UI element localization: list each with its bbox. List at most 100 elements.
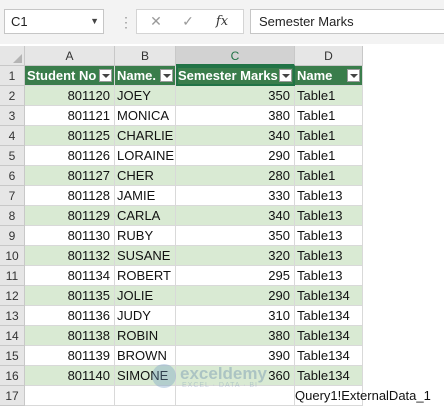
semester-marks-cell[interactable]: 330	[176, 186, 295, 206]
name-cell[interactable]: CARLA	[115, 206, 176, 226]
student-no-cell[interactable]: 801140	[25, 366, 115, 386]
table-name-cell[interactable]: Table13	[295, 226, 363, 246]
table-name-cell[interactable]: Table13	[295, 246, 363, 266]
semester-marks-cell[interactable]: 340	[176, 206, 295, 226]
table-header-cell[interactable]: Name	[295, 66, 363, 86]
student-no-cell[interactable]: 801128	[25, 186, 115, 206]
filter-dropdown-icon[interactable]	[99, 69, 112, 82]
student-no-cell[interactable]: 801125	[25, 126, 115, 146]
name-cell[interactable]: SUSANE	[115, 246, 176, 266]
table-name-cell[interactable]: Table134	[295, 326, 363, 346]
table-name-cell[interactable]: Table134	[295, 306, 363, 326]
table-name-cell[interactable]: Table13	[295, 266, 363, 286]
student-no-cell[interactable]: 801134	[25, 266, 115, 286]
insert-function-icon[interactable]: fx	[209, 10, 235, 33]
student-no-cell[interactable]: 801138	[25, 326, 115, 346]
row-header[interactable]: 9	[0, 226, 25, 246]
name-cell[interactable]: CHARLIE	[115, 126, 176, 146]
table-name-cell[interactable]: Table134	[295, 366, 363, 386]
student-no-cell[interactable]: 801136	[25, 306, 115, 326]
filter-dropdown-icon[interactable]	[160, 69, 173, 82]
column-header-b[interactable]: B	[115, 46, 176, 66]
chevron-down-icon[interactable]: ▼	[90, 10, 99, 33]
semester-marks-cell[interactable]: 390	[176, 346, 295, 366]
student-no-cell[interactable]: 801121	[25, 106, 115, 126]
empty-cell[interactable]	[115, 386, 176, 406]
row-header[interactable]: 11	[0, 266, 25, 286]
table-name-cell[interactable]: Table1	[295, 166, 363, 186]
name-cell[interactable]: LORAINE	[115, 146, 176, 166]
student-no-cell[interactable]: 801129	[25, 206, 115, 226]
table-name-cell[interactable]: Table1	[295, 86, 363, 106]
table-name-cell[interactable]: Table1	[295, 146, 363, 166]
name-cell[interactable]: JOEY	[115, 86, 176, 106]
table-header-cell[interactable]: Semester Marks	[176, 66, 295, 86]
name-cell[interactable]: MONICA	[115, 106, 176, 126]
name-cell[interactable]: JUDY	[115, 306, 176, 326]
table-name-cell[interactable]: Table1	[295, 126, 363, 146]
row-header[interactable]: 14	[0, 326, 25, 346]
student-no-cell[interactable]: 801132	[25, 246, 115, 266]
name-cell[interactable]: BROWN	[115, 346, 176, 366]
semester-marks-cell[interactable]: 280	[176, 166, 295, 186]
table-name-cell[interactable]: Table13	[295, 206, 363, 226]
row-header[interactable]: 17	[0, 386, 25, 406]
name-cell[interactable]: JAMIE	[115, 186, 176, 206]
student-no-cell[interactable]: 801126	[25, 146, 115, 166]
formula-input[interactable]: Semester Marks	[250, 9, 444, 34]
semester-marks-cell[interactable]: 360	[176, 366, 295, 386]
filter-dropdown-icon[interactable]	[347, 69, 360, 82]
name-cell[interactable]: JOLIE	[115, 286, 176, 306]
name-cell[interactable]: CHER	[115, 166, 176, 186]
name-cell[interactable]: SIMONE	[115, 366, 176, 386]
column-header-d[interactable]: D	[295, 46, 363, 66]
enter-icon[interactable]: ✓	[175, 10, 201, 33]
semester-marks-cell[interactable]: 310	[176, 306, 295, 326]
select-all-corner[interactable]	[0, 46, 25, 66]
semester-marks-cell[interactable]: 295	[176, 266, 295, 286]
row-header[interactable]: 1	[0, 66, 25, 86]
row-header[interactable]: 15	[0, 346, 25, 366]
filter-dropdown-icon[interactable]	[279, 69, 292, 82]
student-no-cell[interactable]: 801120	[25, 86, 115, 106]
table-header-cell[interactable]: Name.	[115, 66, 176, 86]
empty-cell[interactable]	[176, 386, 295, 406]
row-header[interactable]: 2	[0, 86, 25, 106]
row-header[interactable]: 3	[0, 106, 25, 126]
column-header-c[interactable]: C	[176, 46, 295, 66]
table-name-cell[interactable]: Table134	[295, 346, 363, 366]
student-no-cell[interactable]: 801135	[25, 286, 115, 306]
row-header[interactable]: 6	[0, 166, 25, 186]
semester-marks-cell[interactable]: 350	[176, 226, 295, 246]
table-header-cell[interactable]: Student No	[25, 66, 115, 86]
row-header[interactable]: 16	[0, 366, 25, 386]
student-no-cell[interactable]: 801130	[25, 226, 115, 246]
name-cell[interactable]: ROBERT	[115, 266, 176, 286]
table-name-cell[interactable]: Table13	[295, 186, 363, 206]
table-name-cell[interactable]: Table1	[295, 106, 363, 126]
semester-marks-cell[interactable]: 340	[176, 126, 295, 146]
row-header[interactable]: 12	[0, 286, 25, 306]
semester-marks-cell[interactable]: 380	[176, 326, 295, 346]
semester-marks-cell[interactable]: 380	[176, 106, 295, 126]
row-header[interactable]: 4	[0, 126, 25, 146]
student-no-cell[interactable]: 801139	[25, 346, 115, 366]
semester-marks-cell[interactable]: 320	[176, 246, 295, 266]
table-name-cell[interactable]: Table134	[295, 286, 363, 306]
semester-marks-cell[interactable]: 290	[176, 146, 295, 166]
name-box[interactable]: C1 ▼	[4, 9, 104, 34]
semester-marks-cell[interactable]: 290	[176, 286, 295, 306]
row-header[interactable]: 13	[0, 306, 25, 326]
cancel-icon[interactable]: ✕	[143, 10, 169, 33]
row-header[interactable]: 10	[0, 246, 25, 266]
column-header-a[interactable]: A	[25, 46, 115, 66]
name-cell[interactable]: RUBY	[115, 226, 176, 246]
semester-marks-cell[interactable]: 350	[176, 86, 295, 106]
empty-cell[interactable]	[25, 386, 115, 406]
name-box-value: C1	[11, 14, 28, 29]
student-no-cell[interactable]: 801127	[25, 166, 115, 186]
name-cell[interactable]: ROBIN	[115, 326, 176, 346]
row-header[interactable]: 5	[0, 146, 25, 166]
row-header[interactable]: 7	[0, 186, 25, 206]
row-header[interactable]: 8	[0, 206, 25, 226]
